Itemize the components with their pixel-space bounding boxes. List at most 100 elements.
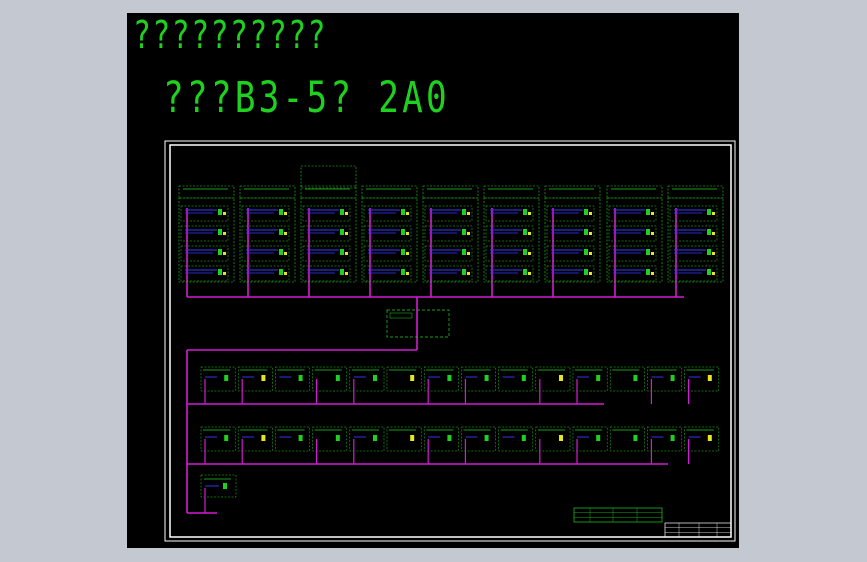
panel-row-indicator [528,232,531,235]
small-panel-device [633,375,638,381]
panel-row-device [279,209,283,215]
panel-row-device [462,269,466,275]
small-panel-box [423,366,459,392]
trunk-lines [186,208,684,514]
small-panel-box [237,426,273,452]
schematic-canvas [164,140,736,542]
small-panel-device [670,435,675,441]
drawing-sheet: ?????????? ???B3-5? 2A0 [127,13,739,548]
small-panel-box [423,426,459,452]
panel-row-indicator [467,232,470,235]
panel-row-indicator [651,212,654,215]
panel-row-indicator [528,252,531,255]
small-panel-box [312,366,348,392]
panel-row-indicator [284,232,287,235]
drawing-frame [164,140,736,542]
panel-row-indicator [284,252,287,255]
panel-row-indicator [223,232,226,235]
legend-table-box [573,507,663,523]
panel-row-indicator [712,252,715,255]
distribution-box-label-mark [389,312,413,319]
middle-panel-row [187,426,720,465]
panel-row-device [340,249,344,255]
panel-row-device [462,229,466,235]
panel-row-device [340,209,344,215]
panel-row-device [584,209,588,215]
small-panel-device [298,375,303,381]
small-panel-device [521,435,526,441]
small-panel-device [410,375,415,381]
small-panel-box [349,366,385,392]
small-panel-device [707,435,712,441]
panel-row-indicator [406,252,409,255]
panel-row-device [218,269,222,275]
group-header-box [422,185,479,199]
panel-row-device [340,229,344,235]
small-panel-device [410,435,415,441]
small-panel-box [609,426,645,452]
panel-row-indicator [528,272,531,275]
small-panel-device [373,435,377,441]
panel-row-indicator [651,272,654,275]
panel-row-device [401,249,405,255]
panel-row-indicator [651,232,654,235]
small-panel-box [535,426,571,452]
tall-group-header-box [300,165,357,189]
panel-row-indicator [223,212,226,215]
small-panel-device [596,435,601,441]
small-panel-device [261,375,266,381]
panel-row-indicator [467,272,470,275]
panel-row-indicator [284,272,287,275]
panel-row-indicator [345,272,348,275]
bottom-panel-device [223,483,227,489]
panel-row-device [523,269,527,275]
panel-row-device [707,249,711,255]
small-panel-box [237,366,273,392]
panel-row-device [646,269,650,275]
panel-row-device [401,269,405,275]
small-panel-device [707,375,712,381]
panel-row-device [340,269,344,275]
panel-row-indicator [589,232,592,235]
small-panel-device [559,435,563,441]
panel-row-indicator [528,212,531,215]
small-panel-box [461,366,496,392]
small-panel-device [373,375,377,381]
panel-row-indicator [712,212,715,215]
panel-row-indicator [589,212,592,215]
small-panel-box [572,426,608,452]
panel-row-device [646,249,650,255]
group-header-box [361,185,418,199]
small-panel-box [349,426,385,452]
small-panel-box [498,366,534,392]
panel-row-indicator [589,252,592,255]
small-panel-box [275,426,310,452]
group-header-box [606,185,663,199]
small-panel-device [484,375,489,381]
panel-row-indicator [345,232,348,235]
panel-row-indicator [223,272,226,275]
group-header-box [483,185,540,199]
panel-row-device [279,229,283,235]
small-panel-box [684,426,720,452]
small-panel-device [484,435,489,441]
outer-frame-border [164,140,736,542]
small-panel-device [521,375,526,381]
panel-row-device [523,209,527,215]
small-panel-device [559,375,563,381]
panel-row-indicator [712,272,715,275]
small-panel-device [633,435,638,441]
small-panel-box [386,366,422,392]
panel-row-device [646,229,650,235]
small-panel-device [447,375,452,381]
title-block [573,507,732,538]
small-panel-box [609,366,645,392]
small-panel-device [447,435,452,441]
small-panel-box [200,366,236,392]
panel-row-device [523,249,527,255]
small-panel-device [596,375,601,381]
inner-frame-border [169,144,732,538]
panel-row-device [584,249,588,255]
panel-blocks [178,165,724,513]
bottom-panel-group [200,474,237,513]
